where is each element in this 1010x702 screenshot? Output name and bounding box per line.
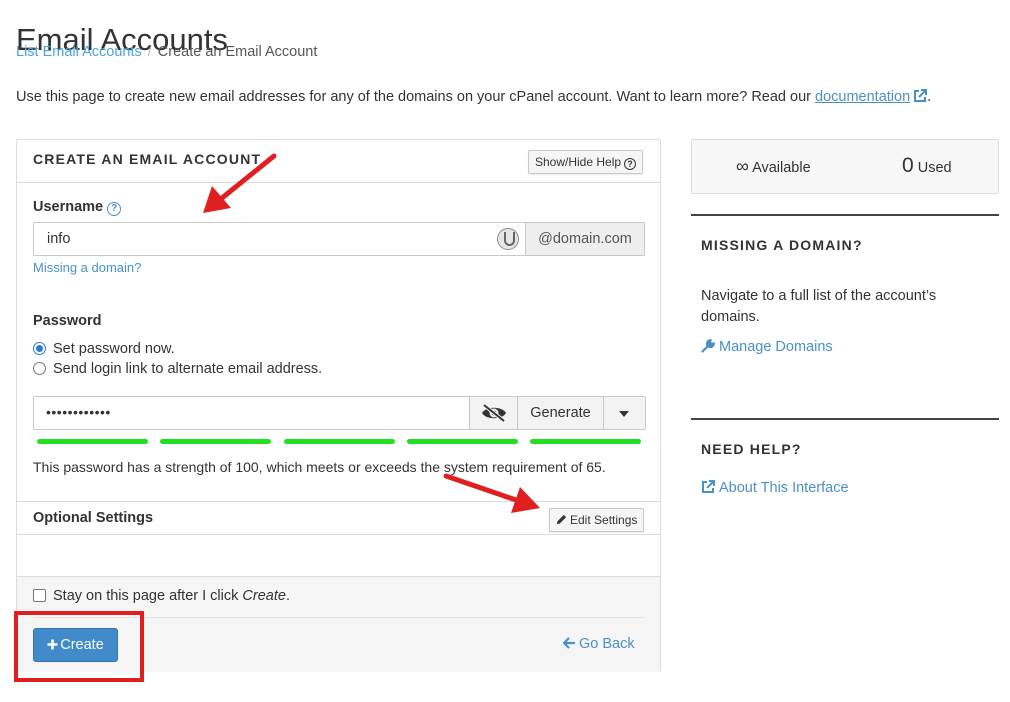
external-link-icon bbox=[702, 480, 715, 493]
radio-button[interactable] bbox=[33, 362, 46, 375]
toggle-password-visibility-button[interactable] bbox=[469, 396, 518, 430]
stay-label-create: Create bbox=[242, 588, 286, 604]
manage-domains-label: Manage Domains bbox=[719, 339, 833, 355]
documentation-link[interactable]: documentation bbox=[815, 89, 910, 105]
optional-settings-label: Optional Settings bbox=[33, 510, 154, 526]
optional-settings-row: Optional Settings Edit Settings bbox=[17, 501, 660, 535]
external-link-icon bbox=[914, 89, 928, 102]
strength-message: This password has a strength of 100, whi… bbox=[33, 459, 606, 475]
missing-domain-title: MISSING A DOMAIN? bbox=[701, 237, 863, 253]
used-count: 0 bbox=[902, 154, 914, 177]
password-strength-meter bbox=[37, 439, 642, 444]
used-label: Used bbox=[917, 160, 952, 176]
edit-settings-label: Edit Settings bbox=[570, 513, 638, 527]
infinity-symbol: ∞ bbox=[736, 156, 749, 176]
username-label-text: Username bbox=[33, 199, 104, 215]
username-help-icon[interactable]: ? bbox=[107, 202, 122, 216]
intro-period: . bbox=[927, 89, 932, 105]
about-interface-link[interactable]: About This Interface bbox=[701, 480, 849, 496]
strength-segment bbox=[530, 439, 641, 444]
eye-slash-icon bbox=[482, 404, 506, 422]
password-label: Password bbox=[33, 313, 102, 329]
stay-label-end: . bbox=[285, 588, 290, 604]
intro-text: Use this page to create new email addres… bbox=[16, 89, 931, 105]
go-back-label: Go Back bbox=[579, 636, 635, 652]
radio-send-link-label: Send login link to alternate email addre… bbox=[53, 361, 323, 377]
account-usage-box: ∞ Available 0 Used bbox=[691, 139, 999, 194]
about-interface-label: About This Interface bbox=[719, 480, 849, 496]
stay-on-page-checkbox[interactable] bbox=[33, 589, 46, 602]
strength-segment bbox=[37, 439, 148, 444]
strength-segment bbox=[407, 439, 518, 444]
username-input[interactable] bbox=[45, 230, 485, 248]
generate-password-button[interactable]: Generate bbox=[517, 396, 604, 430]
stay-on-page-option[interactable]: Stay on this page after I click Create. bbox=[33, 588, 290, 604]
breadcrumb-separator: / bbox=[147, 44, 152, 60]
create-email-panel: CREATE AN EMAIL ACCOUNT Show/Hide Help? … bbox=[16, 139, 661, 672]
available-label: Available bbox=[752, 160, 811, 176]
password-group: •••••••••••• Generate bbox=[33, 396, 646, 430]
go-back-link[interactable]: Go Back bbox=[562, 636, 635, 652]
arrow-left-icon bbox=[562, 637, 575, 649]
strength-segment bbox=[284, 439, 395, 444]
show-hide-help-button[interactable]: Show/Hide Help? bbox=[528, 150, 644, 174]
radio-set-password-now[interactable]: Set password now. bbox=[33, 341, 175, 357]
pencil-icon bbox=[556, 514, 567, 525]
username-label: Username? bbox=[33, 199, 122, 216]
password-input[interactable]: •••••••••••• bbox=[33, 396, 470, 430]
used-stat: 0 Used bbox=[902, 154, 952, 178]
breadcrumb: List Email Accounts / Create an Email Acco… bbox=[16, 44, 317, 60]
missing-domain-link[interactable]: Missing a domain? bbox=[33, 260, 141, 275]
radio-button-selected[interactable] bbox=[33, 342, 46, 355]
strength-segment bbox=[160, 439, 271, 444]
missing-domain-text: Navigate to a full list of the account’s… bbox=[701, 288, 937, 325]
username-field[interactable] bbox=[33, 222, 525, 256]
radio-set-now-label: Set password now. bbox=[53, 341, 175, 357]
edit-settings-button[interactable]: Edit Settings bbox=[549, 508, 645, 532]
create-highlight-box bbox=[14, 611, 144, 682]
stay-label: Stay on this page after I click bbox=[53, 588, 243, 604]
breadcrumb-list-email-accounts[interactable]: List Email Accounts bbox=[16, 44, 142, 60]
need-help-section: NEED HELP? About This Interface bbox=[691, 418, 999, 518]
breadcrumb-current: Create an Email Account bbox=[157, 44, 318, 60]
help-button-label: Show/Hide Help bbox=[535, 155, 622, 169]
manage-domains-link[interactable]: Manage Domains bbox=[701, 339, 833, 355]
wrench-icon bbox=[701, 339, 715, 353]
password-manager-icon[interactable] bbox=[497, 228, 519, 250]
need-help-title: NEED HELP? bbox=[701, 441, 802, 457]
question-circle-icon: ? bbox=[624, 158, 637, 170]
available-stat: ∞ Available bbox=[736, 156, 811, 177]
panel-title: CREATE AN EMAIL ACCOUNT bbox=[33, 151, 262, 167]
domain-addon[interactable]: @domain.com bbox=[525, 222, 645, 256]
password-masked-value: •••••••••••• bbox=[46, 404, 111, 420]
intro-sentence: Use this page to create new email addres… bbox=[16, 89, 816, 105]
missing-domain-section: MISSING A DOMAIN? Navigate to a full lis… bbox=[691, 214, 999, 404]
generate-options-dropdown[interactable] bbox=[603, 396, 646, 430]
panel-header: CREATE AN EMAIL ACCOUNT Show/Hide Help? bbox=[17, 140, 660, 183]
radio-send-login-link[interactable]: Send login link to alternate email addre… bbox=[33, 361, 322, 377]
